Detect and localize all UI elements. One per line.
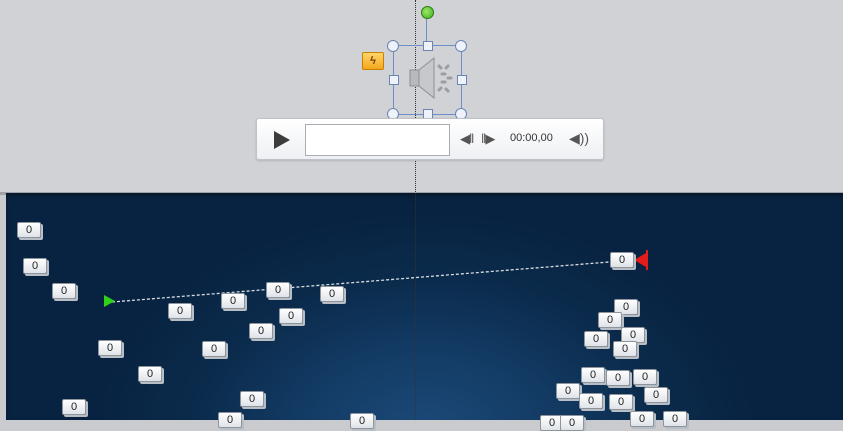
path-start-icon[interactable] [104,295,115,307]
resize-handle-left[interactable] [389,75,399,85]
rotation-handle[interactable] [421,6,434,19]
animation-marker[interactable]: 0 [98,340,122,356]
animation-marker[interactable]: 0 [221,293,245,309]
animation-marker[interactable]: 0 [556,383,580,399]
resize-handle-top-left[interactable] [387,40,399,52]
animation-marker[interactable]: 0 [240,391,264,407]
animation-marker[interactable]: 0 [279,308,303,324]
animation-marker[interactable]: 0 [598,312,622,328]
resize-handle-top-right[interactable] [455,40,467,52]
animation-marker[interactable]: 0 [584,331,608,347]
animation-marker[interactable]: 0 [579,393,603,409]
path-end-bar [646,250,648,270]
animation-marker[interactable]: 0 [606,370,630,386]
audio-player-bar: ◀‖ ‖▶ 00:00,00 ◀)) [256,118,604,160]
resize-handle-right[interactable] [457,75,467,85]
resize-handle-top[interactable] [423,41,433,51]
animation-marker[interactable]: 0 [644,387,668,403]
animation-marker[interactable]: 0 [663,411,687,427]
animation-marker[interactable]: 0 [23,258,47,274]
seek-bar[interactable] [305,124,450,156]
speaker-icon[interactable] [404,52,454,104]
path-end-icon[interactable] [634,253,646,267]
animation-marker[interactable]: 0 [609,394,633,410]
skip-back-icon[interactable]: ◀‖ [460,131,474,147]
trigger-icon[interactable]: ϟ [362,52,384,70]
animation-marker[interactable]: 0 [610,252,634,268]
animation-marker[interactable]: 0 [266,282,290,298]
animation-marker[interactable]: 0 [320,286,344,302]
animation-marker[interactable]: 0 [17,222,41,238]
animation-marker[interactable]: 0 [560,415,584,431]
animation-marker[interactable]: 0 [249,323,273,339]
animation-marker[interactable]: 0 [613,341,637,357]
skip-forward-icon[interactable]: ‖▶ [481,131,495,147]
animation-marker[interactable]: 0 [62,399,86,415]
time-display: 00:00,00 [510,132,553,144]
animation-marker[interactable]: 0 [630,411,654,427]
animation-marker[interactable]: 0 [52,283,76,299]
volume-icon[interactable]: ◀)) [569,130,589,147]
animation-marker[interactable]: 0 [202,341,226,357]
animation-marker[interactable]: 0 [168,303,192,319]
animation-marker[interactable]: 0 [633,369,657,385]
animation-marker[interactable]: 0 [218,412,242,428]
animation-marker[interactable]: 0 [350,413,374,429]
animation-marker[interactable]: 0 [138,366,162,382]
play-icon[interactable] [274,131,290,149]
animation-marker[interactable]: 0 [581,367,605,383]
